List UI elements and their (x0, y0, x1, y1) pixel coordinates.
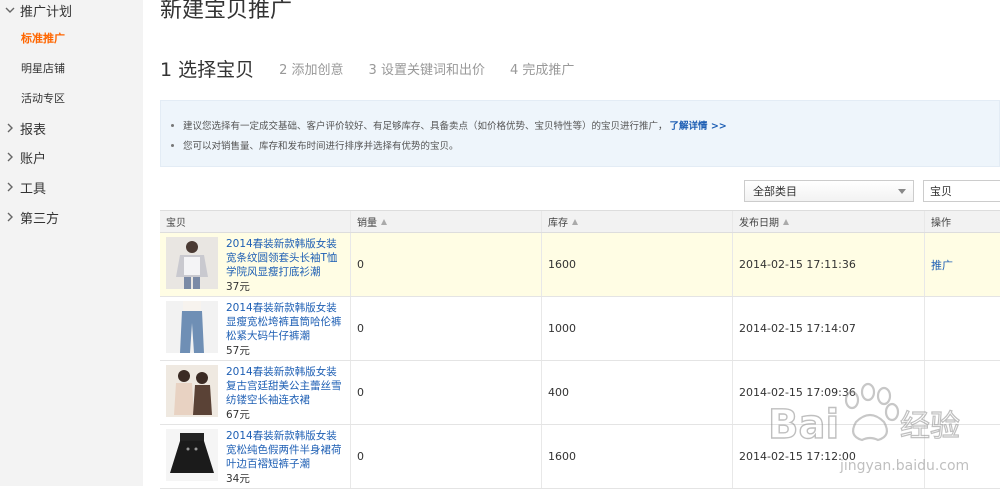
tip-line: 建议您选择有一定成交基础、客户评价较好、有足够库存、具备卖点（如价格优势、宝贝特… (171, 118, 727, 132)
sort-up-icon[interactable] (783, 218, 789, 225)
step-add-creative: 2 添加创意 (279, 62, 344, 78)
stock-cell: 1600 (542, 425, 733, 488)
table-header-row: 宝贝 销量 库存 发布日期 操作 (160, 211, 1000, 233)
sidebar: 推广计划 标准推广 明星店铺 活动专区 报表 账户 工具 第三方 (0, 0, 143, 486)
step-keywords-bids: 3 设置关键词和出价 (368, 62, 485, 78)
product-price: 67元 (226, 409, 250, 421)
chevron-right-icon (0, 182, 20, 192)
col-header-label: 宝贝 (166, 218, 186, 229)
bullet-icon (171, 123, 174, 127)
sidebar-group-label: 账户 (20, 151, 47, 167)
col-header-label: 操作 (931, 218, 951, 229)
stock-cell: 1600 (542, 233, 733, 296)
product-thumbnail[interactable] (166, 429, 218, 481)
sidebar-group-tools[interactable]: 工具 (0, 175, 46, 199)
date-cell: 2014-02-15 17:14:07 (733, 297, 925, 360)
sidebar-item-activity-zone[interactable]: 活动专区 (21, 91, 65, 107)
step-indicator: 1 选择宝贝 2 添加创意 3 设置关键词和出价 4 完成推广 (160, 54, 599, 82)
col-header-date[interactable]: 发布日期 (733, 211, 925, 232)
chevron-right-icon (0, 152, 20, 162)
product-name-link[interactable]: 2014春装新款韩版女装复古宫廷甜美公主蕾丝雪纺镂空长袖连衣裙 (226, 365, 346, 407)
sidebar-group-reports[interactable]: 报表 (0, 116, 46, 140)
product-name-link[interactable]: 2014春装新款韩版女装宽条纹圆领套头长袖T恤学院风显瘦打底衫潮 (226, 237, 346, 279)
stock-cell: 1000 (542, 297, 733, 360)
page-title: 新建宝贝推广 (160, 0, 293, 23)
tip-text: 建议您选择有一定成交基础、客户评价较好、有足够库存、具备卖点（如价格优势、宝贝特… (183, 121, 668, 132)
baidu-jingyan-watermark: Bai 经验 jingyan.baidu.com (767, 382, 969, 474)
action-cell (925, 297, 1000, 360)
tip-text: 您可以对销售量、库存和发布时间进行排序并选择有优势的宝贝。 (183, 141, 459, 152)
learn-more-link[interactable]: 了解详情 >> (670, 118, 727, 132)
table-row[interactable]: 2014春装新款韩版女装宽条纹圆领套头长袖T恤学院风显瘦打底衫潮 37元 0 1… (160, 233, 1000, 297)
col-header-item: 宝贝 (160, 211, 351, 232)
sidebar-group-promotion-plans[interactable]: 推广计划 (0, 0, 72, 22)
sidebar-item-star-shop[interactable]: 明星店铺 (21, 61, 65, 77)
step-finish: 4 完成推广 (509, 62, 575, 78)
product-price: 37元 (226, 281, 250, 293)
sidebar-group-label: 工具 (20, 181, 47, 197)
col-header-label: 库存 (548, 218, 568, 229)
promote-link[interactable]: 推广 (931, 257, 953, 273)
col-header-action: 操作 (925, 211, 1000, 232)
sidebar-group-label: 推广计划 (20, 4, 73, 20)
tips-box: 建议您选择有一定成交基础、客户评价较好、有足够库存、具备卖点（如价格优势、宝贝特… (160, 100, 1000, 167)
sales-cell: 0 (351, 233, 542, 296)
col-header-label: 销量 (357, 218, 377, 229)
item-cell: 2014春装新款韩版女装宽松纯色假两件半身裙荷叶边百褶短裤子潮 34元 (160, 425, 351, 488)
chevron-right-icon (0, 123, 20, 133)
search-input[interactable] (923, 180, 1000, 202)
chevron-down-icon (898, 189, 906, 194)
sales-cell: 0 (351, 361, 542, 424)
sort-up-icon[interactable] (381, 218, 387, 225)
item-cell: 2014春装新款韩版女装显瘦宽松垮裤直筒哈伦裤松紧大码牛仔裤潮 57元 (160, 297, 351, 360)
category-select-value: 全部类目 (753, 185, 797, 198)
product-price: 57元 (226, 345, 250, 357)
action-cell: 推广 (925, 233, 1000, 296)
col-header-sales[interactable]: 销量 (351, 211, 542, 232)
sidebar-group-account[interactable]: 账户 (0, 145, 46, 169)
chevron-right-icon (0, 212, 20, 222)
date-cell: 2014-02-15 17:11:36 (733, 233, 925, 296)
col-header-label: 发布日期 (739, 218, 779, 229)
item-cell: 2014春装新款韩版女装宽条纹圆领套头长袖T恤学院风显瘦打底衫潮 37元 (160, 233, 351, 296)
product-thumbnail[interactable] (166, 301, 218, 353)
sales-cell: 0 (351, 297, 542, 360)
sidebar-item-standard-promotion[interactable]: 标准推广 (21, 31, 65, 47)
sidebar-group-label: 报表 (20, 122, 47, 138)
sort-up-icon[interactable] (572, 218, 578, 225)
table-row[interactable]: 2014春装新款韩版女装显瘦宽松垮裤直筒哈伦裤松紧大码牛仔裤潮 57元 0 10… (160, 297, 1000, 361)
svg-text:Bai: Bai (768, 402, 839, 448)
product-name-link[interactable]: 2014春装新款韩版女装宽松纯色假两件半身裙荷叶边百褶短裤子潮 (226, 429, 346, 471)
svg-text:经验: 经验 (900, 409, 960, 444)
product-price: 34元 (226, 473, 250, 485)
item-cell: 2014春装新款韩版女装复古宫廷甜美公主蕾丝雪纺镂空长袖连衣裙 67元 (160, 361, 351, 424)
stock-cell: 400 (542, 361, 733, 424)
product-thumbnail[interactable] (166, 237, 218, 289)
svg-text:jingyan.baidu.com: jingyan.baidu.com (839, 458, 969, 474)
product-thumbnail[interactable] (166, 365, 218, 417)
sales-cell: 0 (351, 425, 542, 488)
col-header-stock[interactable]: 库存 (542, 211, 733, 232)
product-name-link[interactable]: 2014春装新款韩版女装显瘦宽松垮裤直筒哈伦裤松紧大码牛仔裤潮 (226, 301, 346, 343)
category-select[interactable]: 全部类目 (744, 180, 914, 202)
bullet-icon (171, 143, 174, 147)
step-select-item: 1 选择宝贝 (160, 58, 255, 81)
sidebar-group-third-party[interactable]: 第三方 (0, 205, 59, 229)
sidebar-group-label: 第三方 (20, 211, 60, 227)
chevron-down-icon (0, 5, 20, 15)
tip-line: 您可以对销售量、库存和发布时间进行排序并选择有优势的宝贝。 (171, 138, 459, 152)
